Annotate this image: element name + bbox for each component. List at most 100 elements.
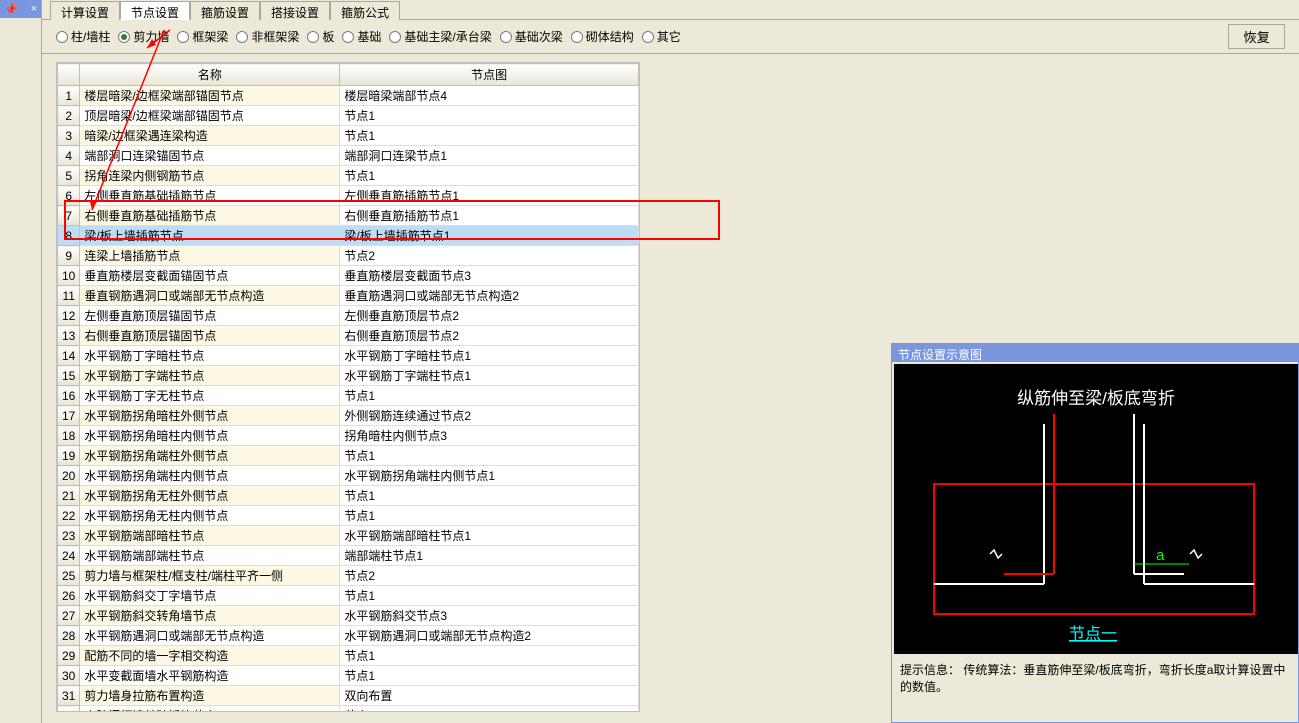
cell-name[interactable]: 配筋不同的墙一字相交构造 xyxy=(80,646,340,666)
table-row[interactable]: 14水平钢筋丁字暗柱节点水平钢筋丁字暗柱节点1 xyxy=(58,346,639,366)
tab-1[interactable]: 节点设置 xyxy=(120,1,190,20)
radio-3[interactable]: 非框架梁 xyxy=(236,28,299,45)
radio-5[interactable]: 基础 xyxy=(342,28,381,45)
cell-node[interactable]: 节点1 xyxy=(340,506,639,526)
tab-0[interactable]: 计算设置 xyxy=(50,1,120,20)
cell-node[interactable]: 楼层暗梁端部节点4 xyxy=(340,86,639,106)
table-row[interactable]: 9连梁上墙插筋节点节点2 xyxy=(58,246,639,266)
cell-node[interactable]: 外侧钢筋连续通过节点2 xyxy=(340,406,639,426)
tab-3[interactable]: 搭接设置 xyxy=(260,1,330,20)
cell-name[interactable]: 水平钢筋拐角端柱内侧节点 xyxy=(80,466,340,486)
cell-node[interactable]: 节点1 xyxy=(340,646,639,666)
cell-name[interactable]: 顶层暗梁/边框梁端部锚固节点 xyxy=(80,106,340,126)
table-row[interactable]: 28水平钢筋遇洞口或端部无节点构造水平钢筋遇洞口或端部无节点构造2 xyxy=(58,626,639,646)
node-table[interactable]: 名称节点图 1楼层暗梁/边框梁端部锚固节点楼层暗梁端部节点42顶层暗梁/边框梁端… xyxy=(56,62,640,712)
cell-node[interactable]: 垂直筋遇洞口或端部无节点构造2 xyxy=(340,286,639,306)
cell-node[interactable]: 节点2 xyxy=(340,246,639,266)
cell-name[interactable]: 暗梁/边框梁遇连梁构造 xyxy=(80,126,340,146)
table-row[interactable]: 26水平钢筋斜交丁字墙节点节点1 xyxy=(58,586,639,606)
cell-name[interactable]: 左侧垂直筋基础插筋节点 xyxy=(80,186,340,206)
cell-name[interactable]: 拐角连梁内侧钢筋节点 xyxy=(80,166,340,186)
cell-node[interactable]: 水平钢筋斜交节点3 xyxy=(340,606,639,626)
radio-8[interactable]: 砌体结构 xyxy=(571,28,634,45)
cell-name[interactable]: 人防门框墙基础插筋节点 xyxy=(80,706,340,713)
table-row[interactable]: 29配筋不同的墙一字相交构造节点1 xyxy=(58,646,639,666)
cell-name[interactable]: 梁/板上墙插筋节点 xyxy=(80,226,340,246)
col-header-0[interactable] xyxy=(58,64,80,86)
table-row[interactable]: 2顶层暗梁/边框梁端部锚固节点节点1 xyxy=(58,106,639,126)
table-row[interactable]: 19水平钢筋拐角端柱外侧节点节点1 xyxy=(58,446,639,466)
cell-name[interactable]: 水平钢筋丁字无柱节点 xyxy=(80,386,340,406)
table-row[interactable]: 25剪力墙与框架柱/框支柱/端柱平齐一侧节点2 xyxy=(58,566,639,586)
cell-name[interactable]: 连梁上墙插筋节点 xyxy=(80,246,340,266)
cell-name[interactable]: 水平钢筋拐角暗柱内侧节点 xyxy=(80,426,340,446)
cell-name[interactable]: 水平钢筋斜交转角墙节点 xyxy=(80,606,340,626)
cell-name[interactable]: 水平钢筋斜交丁字墙节点 xyxy=(80,586,340,606)
cell-name[interactable]: 左侧垂直筋顶层锚固节点 xyxy=(80,306,340,326)
cell-name[interactable]: 垂直钢筋遇洞口或端部无节点构造 xyxy=(80,286,340,306)
cell-node[interactable]: 节点2 xyxy=(340,566,639,586)
cell-node[interactable]: 节点1 xyxy=(340,166,639,186)
cell-node[interactable]: 水平钢筋丁字端柱节点1 xyxy=(340,366,639,386)
radio-1[interactable]: 剪力墙 xyxy=(118,28,169,45)
cell-name[interactable]: 水平钢筋拐角端柱外侧节点 xyxy=(80,446,340,466)
col-header-1[interactable]: 名称 xyxy=(80,64,340,86)
restore-button[interactable]: 恢复 xyxy=(1228,24,1285,49)
cell-name[interactable]: 剪力墙与框架柱/框支柱/端柱平齐一侧 xyxy=(80,566,340,586)
table-row[interactable]: 8梁/板上墙插筋节点梁/板上墙插筋节点1 xyxy=(58,226,639,246)
cell-node[interactable]: 节点1 xyxy=(340,106,639,126)
cell-node[interactable]: 垂直筋楼层变截面节点3 xyxy=(340,266,639,286)
cell-node[interactable]: 拐角暗柱内侧节点3 xyxy=(340,426,639,446)
cell-node[interactable]: 左侧垂直筋顶层节点2 xyxy=(340,306,639,326)
table-row[interactable]: 15水平钢筋丁字端柱节点水平钢筋丁字端柱节点1 xyxy=(58,366,639,386)
table-row[interactable]: 5拐角连梁内侧钢筋节点节点1 xyxy=(58,166,639,186)
radio-9[interactable]: 其它 xyxy=(642,28,681,45)
table-row[interactable]: 18水平钢筋拐角暗柱内侧节点拐角暗柱内侧节点3 xyxy=(58,426,639,446)
cell-name[interactable]: 水平钢筋遇洞口或端部无节点构造 xyxy=(80,626,340,646)
table-row[interactable]: 24水平钢筋端部端柱节点端部端柱节点1 xyxy=(58,546,639,566)
cell-node[interactable]: 左侧垂直筋插筋节点1 xyxy=(340,186,639,206)
table-row[interactable]: 12左侧垂直筋顶层锚固节点左侧垂直筋顶层节点2 xyxy=(58,306,639,326)
table-row[interactable]: 1楼层暗梁/边框梁端部锚固节点楼层暗梁端部节点4 xyxy=(58,86,639,106)
cell-name[interactable]: 水平变截面墙水平钢筋构造 xyxy=(80,666,340,686)
table-row[interactable]: 32人防门框墙基础插筋节点节点一 xyxy=(58,706,639,713)
cell-node[interactable]: 水平钢筋拐角端柱内侧节点1 xyxy=(340,466,639,486)
radio-7[interactable]: 基础次梁 xyxy=(500,28,563,45)
cell-node[interactable]: 端部端柱节点1 xyxy=(340,546,639,566)
table-row[interactable]: 17水平钢筋拐角暗柱外侧节点外侧钢筋连续通过节点2 xyxy=(58,406,639,426)
cell-node[interactable]: 端部洞口连梁节点1 xyxy=(340,146,639,166)
cell-node[interactable]: 节点1 xyxy=(340,666,639,686)
cell-node[interactable]: 节点1 xyxy=(340,586,639,606)
cell-node[interactable]: 节点1 xyxy=(340,446,639,466)
table-row[interactable]: 30水平变截面墙水平钢筋构造节点1 xyxy=(58,666,639,686)
cell-node[interactable]: 节点1 xyxy=(340,386,639,406)
tab-2[interactable]: 箍筋设置 xyxy=(190,1,260,20)
table-row[interactable]: 7右侧垂直筋基础插筋节点右侧垂直筋插筋节点1 xyxy=(58,206,639,226)
cell-name[interactable]: 垂直筋楼层变截面锚固节点 xyxy=(80,266,340,286)
table-row[interactable]: 22水平钢筋拐角无柱内侧节点节点1 xyxy=(58,506,639,526)
table-row[interactable]: 23水平钢筋端部暗柱节点水平钢筋端部暗柱节点1 xyxy=(58,526,639,546)
cell-name[interactable]: 水平钢筋端部暗柱节点 xyxy=(80,526,340,546)
cell-name[interactable]: 右侧垂直筋基础插筋节点 xyxy=(80,206,340,226)
table-row[interactable]: 13右侧垂直筋顶层锚固节点右侧垂直筋顶层节点2 xyxy=(58,326,639,346)
table-row[interactable]: 3暗梁/边框梁遇连梁构造节点1 xyxy=(58,126,639,146)
close-icon[interactable]: × xyxy=(31,3,37,15)
cell-node[interactable]: 节点1 xyxy=(340,126,639,146)
radio-4[interactable]: 板 xyxy=(307,28,334,45)
radio-0[interactable]: 柱/墙柱 xyxy=(56,28,110,45)
cell-node[interactable]: 双向布置 xyxy=(340,686,639,706)
table-row[interactable]: 16水平钢筋丁字无柱节点节点1 xyxy=(58,386,639,406)
cell-name[interactable]: 水平钢筋丁字端柱节点 xyxy=(80,366,340,386)
cell-name[interactable]: 水平钢筋拐角无柱内侧节点 xyxy=(80,506,340,526)
radio-2[interactable]: 框架梁 xyxy=(177,28,228,45)
table-row[interactable]: 20水平钢筋拐角端柱内侧节点水平钢筋拐角端柱内侧节点1 xyxy=(58,466,639,486)
table-row[interactable]: 27水平钢筋斜交转角墙节点水平钢筋斜交节点3 xyxy=(58,606,639,626)
table-row[interactable]: 31剪力墙身拉筋布置构造双向布置 xyxy=(58,686,639,706)
cell-node[interactable]: 节点1 xyxy=(340,486,639,506)
cell-name[interactable]: 右侧垂直筋顶层锚固节点 xyxy=(80,326,340,346)
table-row[interactable]: 21水平钢筋拐角无柱外侧节点节点1 xyxy=(58,486,639,506)
tab-4[interactable]: 箍筋公式 xyxy=(330,1,400,20)
cell-node[interactable]: 右侧垂直筋插筋节点1 xyxy=(340,206,639,226)
col-header-2[interactable]: 节点图 xyxy=(340,64,639,86)
cell-name[interactable]: 剪力墙身拉筋布置构造 xyxy=(80,686,340,706)
